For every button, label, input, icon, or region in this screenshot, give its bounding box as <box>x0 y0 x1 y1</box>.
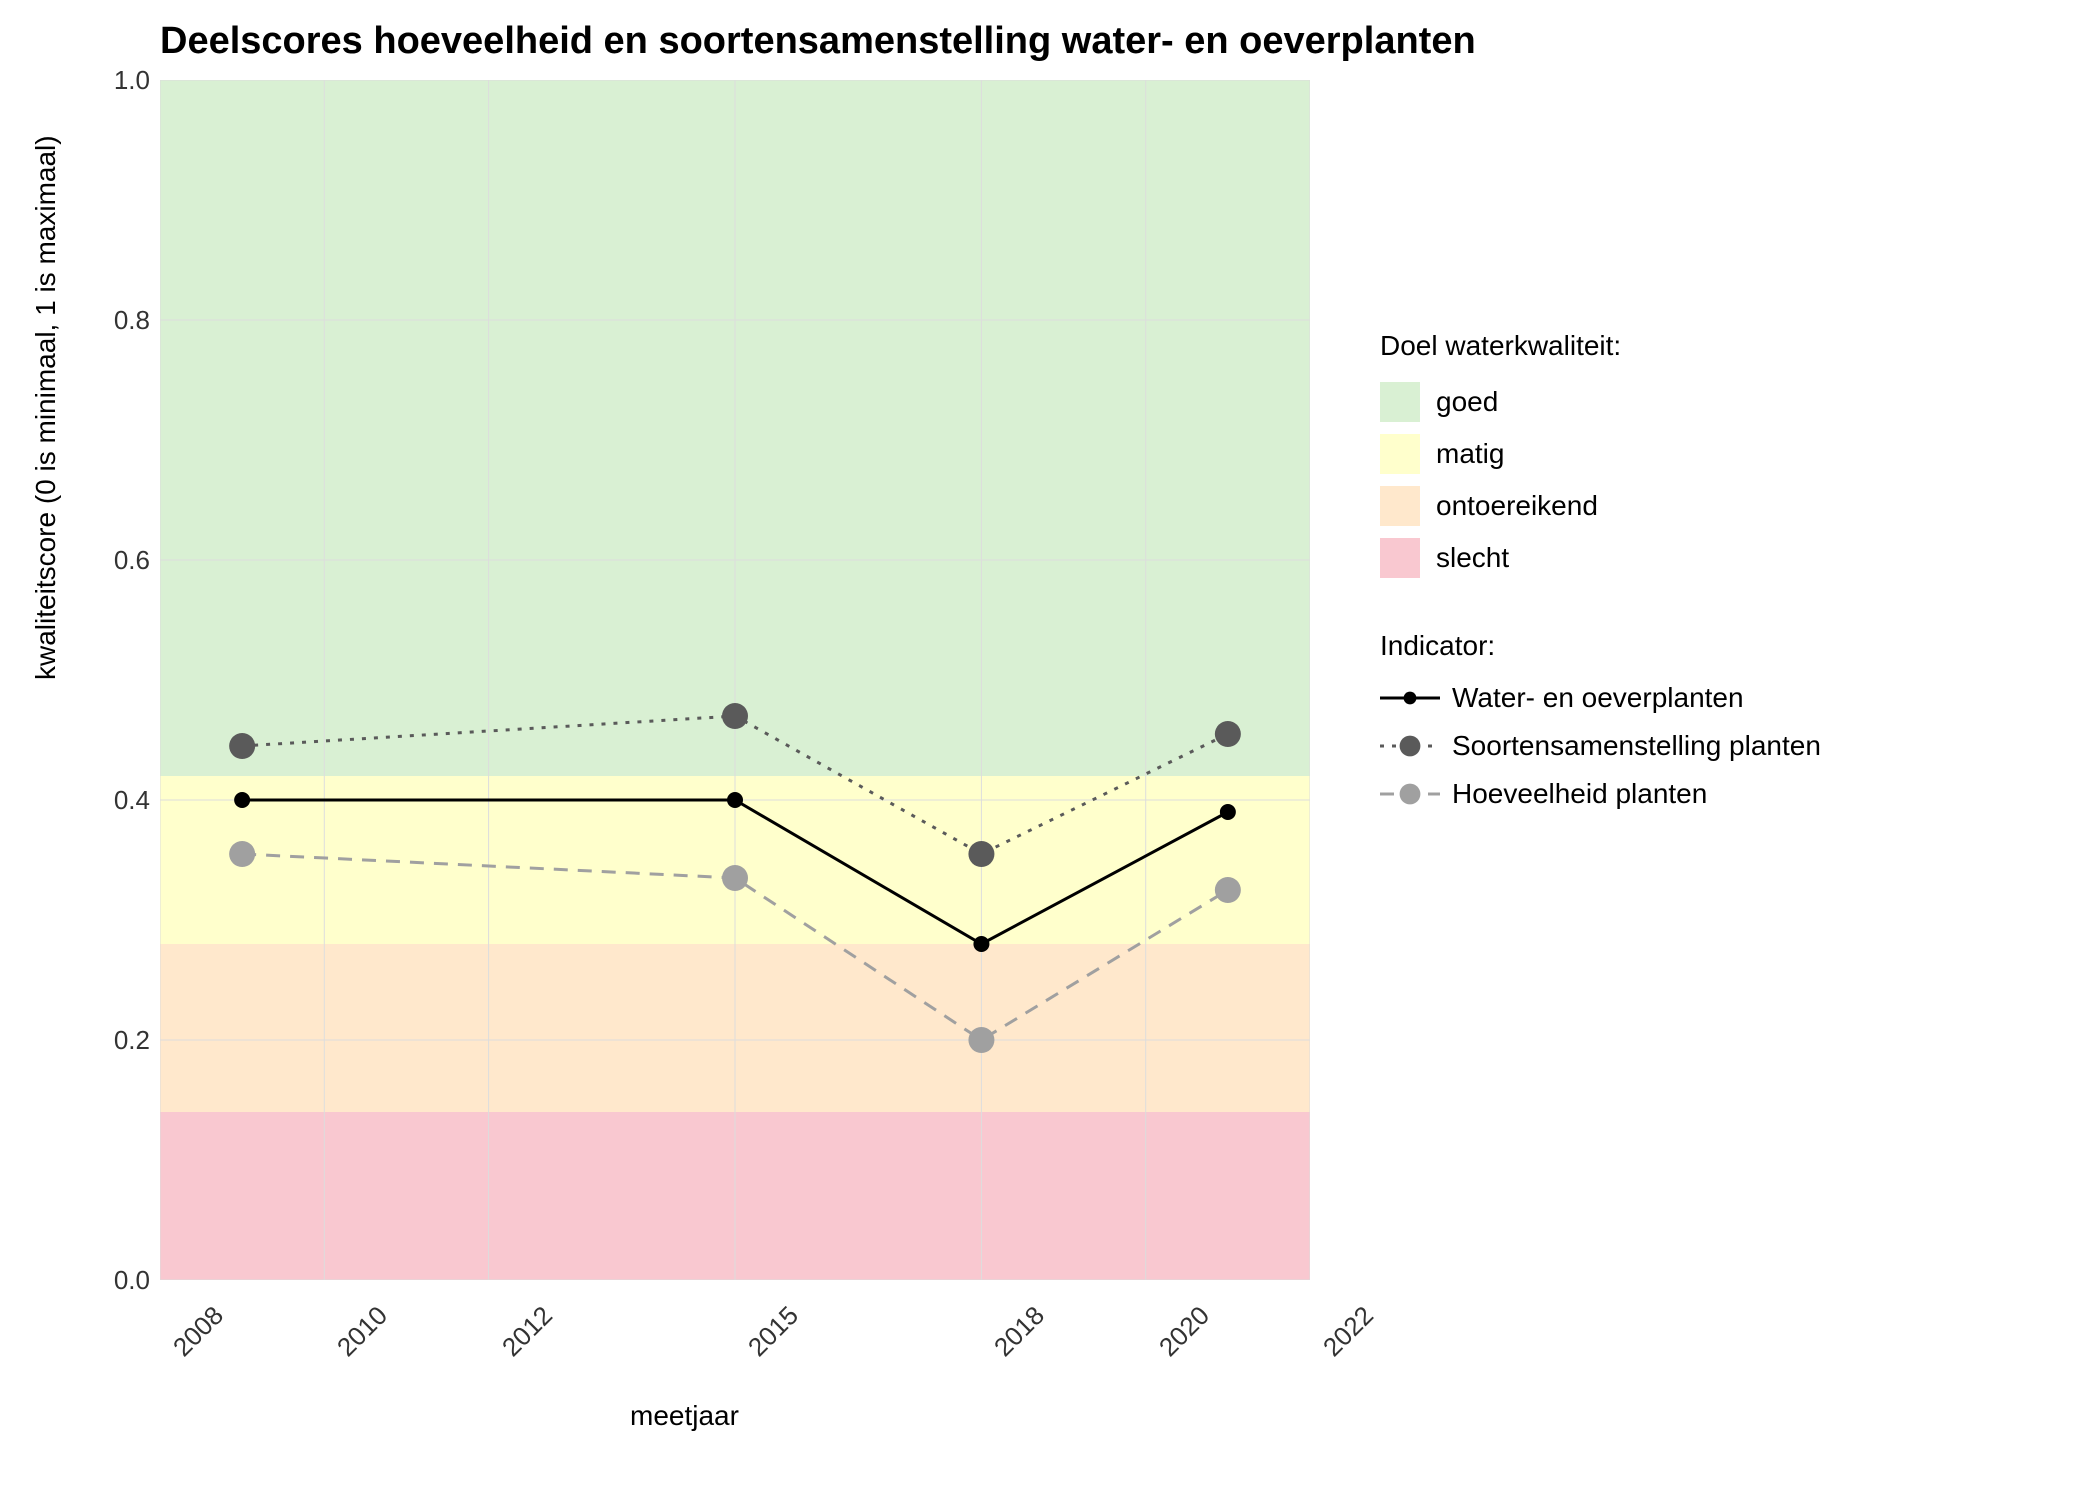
data-point <box>1220 804 1236 820</box>
legend-label: goed <box>1436 386 1498 418</box>
legend-series-item: Water- en oeverplanten <box>1380 682 1821 714</box>
legend-band-item: ontoereikend <box>1380 486 1821 526</box>
x-tick-label: 2010 <box>331 1300 394 1363</box>
legend-series-title: Indicator: <box>1380 630 1821 662</box>
legend-label: Soortensamenstelling planten <box>1452 730 1821 762</box>
legend-line-icon <box>1380 731 1440 761</box>
data-point <box>968 841 994 867</box>
y-tick-label: 0.0 <box>90 1265 150 1296</box>
data-point <box>229 733 255 759</box>
y-tick-label: 0.4 <box>90 785 150 816</box>
data-point <box>973 936 989 952</box>
x-axis-label: meetjaar <box>630 1400 739 1432</box>
legend-band-item: matig <box>1380 434 1821 474</box>
x-tick-label: 2022 <box>1317 1300 1380 1363</box>
legend-label: slecht <box>1436 542 1509 574</box>
y-axis-label: kwaliteitscore (0 is minimaal, 1 is maxi… <box>30 135 62 680</box>
y-tick-label: 1.0 <box>90 65 150 96</box>
legend-line-icon <box>1380 683 1440 713</box>
legend-label: matig <box>1436 438 1504 470</box>
legend-series-item: Hoeveelheid planten <box>1380 778 1821 810</box>
y-tick-label: 0.6 <box>90 545 150 576</box>
data-point <box>234 792 250 808</box>
data-point <box>968 1027 994 1053</box>
legend-swatch <box>1380 434 1420 474</box>
data-point <box>229 841 255 867</box>
chart-container: Deelscores hoeveelheid en soortensamenst… <box>0 0 2100 1500</box>
data-point <box>722 865 748 891</box>
x-tick-label: 2012 <box>496 1300 559 1363</box>
x-tick-label: 2020 <box>1153 1300 1216 1363</box>
data-point <box>722 703 748 729</box>
data-point <box>1215 877 1241 903</box>
x-tick-label: 2018 <box>988 1300 1051 1363</box>
legend-label: Hoeveelheid planten <box>1452 778 1707 810</box>
chart-title: Deelscores hoeveelheid en soortensamenst… <box>160 20 1476 63</box>
plot-svg <box>160 80 1310 1280</box>
data-point <box>1215 721 1241 747</box>
legend-label: ontoereikend <box>1436 490 1598 522</box>
y-tick-label: 0.8 <box>90 305 150 336</box>
legend-line-icon <box>1380 779 1440 809</box>
data-point <box>727 792 743 808</box>
legend-bands-title: Doel waterkwaliteit: <box>1380 330 1821 362</box>
legend-swatch <box>1380 486 1420 526</box>
x-tick-label: 2015 <box>742 1300 805 1363</box>
x-tick-label: 2008 <box>167 1300 230 1363</box>
legend-series-item: Soortensamenstelling planten <box>1380 730 1821 762</box>
legend-band-item: goed <box>1380 382 1821 422</box>
legend-band-item: slecht <box>1380 538 1821 578</box>
legend-swatch <box>1380 538 1420 578</box>
legend: Doel waterkwaliteit: goed matig ontoereike… <box>1380 330 1821 826</box>
legend-label: Water- en oeverplanten <box>1452 682 1744 714</box>
y-tick-label: 0.2 <box>90 1025 150 1056</box>
legend-swatch <box>1380 382 1420 422</box>
